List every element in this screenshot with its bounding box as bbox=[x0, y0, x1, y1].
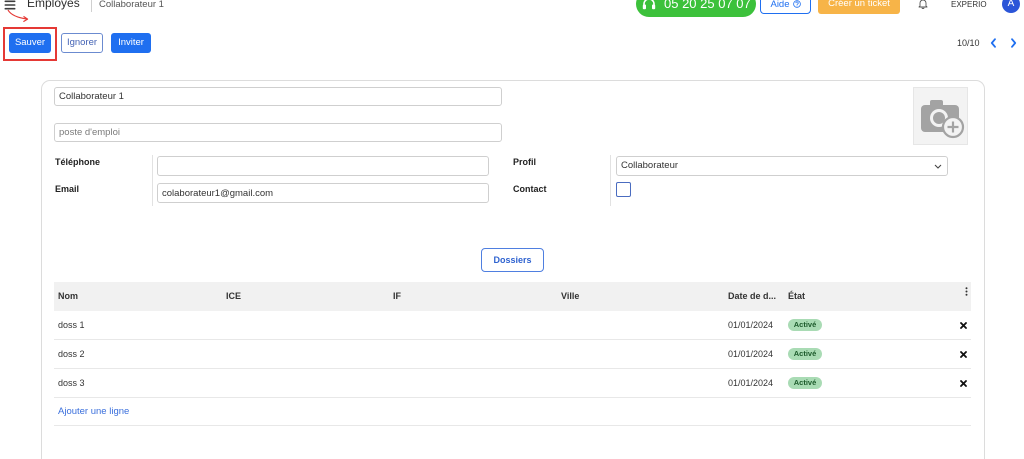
table-row[interactable]: doss 3 01/01/2024 Activé bbox=[54, 369, 971, 398]
headset-icon bbox=[642, 0, 656, 10]
chevron-down-icon bbox=[934, 164, 942, 169]
table-header-row: Nom ICE IF Ville Date de d... État bbox=[54, 282, 971, 311]
kebab-menu-icon[interactable] bbox=[965, 287, 968, 296]
status-badge: Activé bbox=[788, 348, 822, 360]
chevron-right-icon[interactable] bbox=[1010, 38, 1017, 48]
help-button-label: Aide bbox=[770, 0, 790, 10]
dossiers-table: Nom ICE IF Ville Date de d... État doss … bbox=[54, 282, 971, 427]
invite-button[interactable]: Inviter bbox=[111, 33, 151, 53]
add-line-link[interactable]: Ajouter une ligne bbox=[58, 398, 129, 426]
profile-label: Profil bbox=[513, 157, 537, 167]
field-separator bbox=[152, 155, 153, 206]
delete-x-icon[interactable] bbox=[960, 322, 967, 329]
cell-date: 01/01/2024 bbox=[728, 378, 774, 388]
column-header-if[interactable]: IF bbox=[393, 282, 401, 311]
contact-checkbox[interactable] bbox=[616, 182, 631, 197]
breadcrumb-separator bbox=[91, 0, 92, 12]
column-header-etat[interactable]: État bbox=[788, 282, 805, 311]
status-badge: Activé bbox=[788, 377, 822, 389]
breadcrumb: Collaborateur 1 bbox=[99, 0, 164, 10]
phone-label: Téléphone bbox=[55, 157, 101, 167]
profile-select[interactable]: Collaborateur bbox=[616, 156, 948, 176]
photo-upload[interactable] bbox=[913, 87, 968, 145]
email-label: Email bbox=[55, 184, 80, 194]
table-row[interactable]: doss 1 01/01/2024 Activé bbox=[54, 311, 971, 340]
phone-input[interactable] bbox=[157, 156, 489, 176]
column-header-ice[interactable]: ICE bbox=[226, 282, 241, 311]
cell-date: 01/01/2024 bbox=[728, 349, 774, 359]
create-ticket-button[interactable]: Créer un ticket bbox=[818, 0, 900, 14]
annotation-highlight-box bbox=[3, 27, 57, 61]
cell-nom: doss 1 bbox=[58, 320, 85, 330]
discard-button[interactable]: Ignorer bbox=[61, 33, 103, 53]
table-row[interactable]: doss 2 01/01/2024 Activé bbox=[54, 340, 971, 369]
cell-date: 01/01/2024 bbox=[728, 320, 774, 330]
contact-label: Contact bbox=[513, 184, 547, 194]
help-button[interactable]: Aide bbox=[760, 0, 811, 14]
cell-nom: doss 2 bbox=[58, 349, 85, 359]
delete-x-icon[interactable] bbox=[960, 380, 967, 387]
cell-nom: doss 3 bbox=[58, 378, 85, 388]
bell-icon[interactable] bbox=[918, 0, 928, 9]
column-header-date[interactable]: Date de d... bbox=[728, 282, 776, 311]
employee-name-input[interactable] bbox=[54, 87, 502, 106]
pager-value[interactable]: 10/10 bbox=[957, 38, 980, 48]
column-header-ville[interactable]: Ville bbox=[561, 282, 579, 311]
profile-select-value: Collaborateur bbox=[621, 160, 679, 171]
column-header-nom[interactable]: Nom bbox=[58, 282, 78, 311]
field-separator bbox=[610, 155, 611, 206]
annotation-arrow bbox=[7, 9, 29, 23]
delete-x-icon[interactable] bbox=[960, 351, 967, 358]
dossiers-button[interactable]: Dossiers bbox=[481, 248, 544, 272]
support-phone-button[interactable]: 05 20 25 07 07 bbox=[636, 0, 756, 17]
add-line-row: Ajouter une ligne bbox=[54, 398, 971, 426]
email-input[interactable] bbox=[157, 183, 489, 203]
help-circle-icon bbox=[792, 0, 801, 8]
avatar[interactable]: A bbox=[1002, 0, 1020, 13]
job-title-input[interactable] bbox=[54, 123, 502, 142]
support-phone-number: 05 20 25 07 07 bbox=[664, 0, 751, 11]
camera-add-icon bbox=[921, 100, 965, 139]
chevron-left-icon[interactable] bbox=[990, 38, 997, 48]
status-badge: Activé bbox=[788, 319, 822, 331]
company-switcher[interactable]: EXPERIO bbox=[951, 0, 987, 9]
